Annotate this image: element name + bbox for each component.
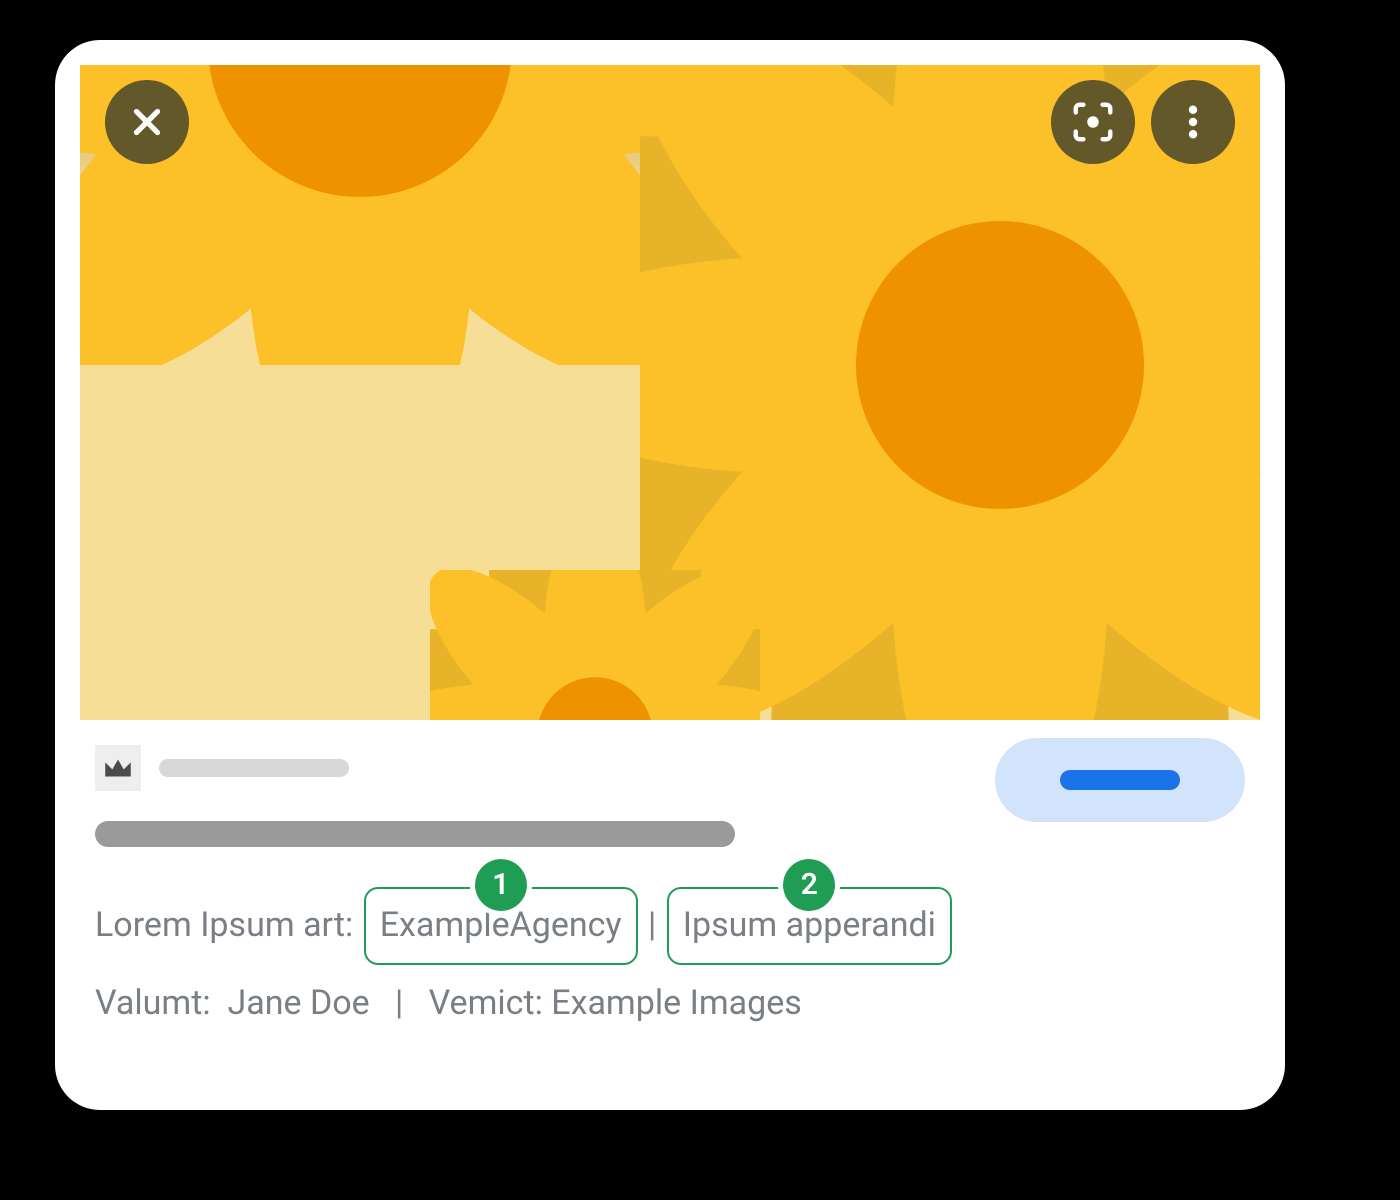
lens-icon	[1070, 99, 1116, 145]
creator-value: Jane Doe	[227, 983, 369, 1023]
credit-prefix: Lorem Ipsum art:	[95, 905, 353, 945]
copyright-value: Example Images	[551, 983, 802, 1023]
credit-separator-2: |	[395, 983, 403, 1023]
credit-line-2: Valumt: Jane Doe | Vemict: Example Image…	[95, 971, 1245, 1035]
save-button[interactable]	[995, 738, 1245, 822]
credit-separator: |	[648, 905, 656, 945]
callout-badge-1: 1	[475, 859, 527, 911]
hero-image	[80, 65, 1260, 720]
lens-button[interactable]	[1051, 80, 1135, 164]
close-button[interactable]	[105, 80, 189, 164]
creator-label: Valumt:	[95, 983, 211, 1023]
copyright-label: Vemict:	[429, 983, 543, 1023]
more-button[interactable]	[1151, 80, 1235, 164]
image-title-placeholder	[95, 821, 735, 847]
image-credits: Lorem Ipsum art: 1 ExampleAgency | 2 Ips…	[55, 887, 1285, 1035]
close-icon	[126, 101, 168, 143]
image-viewer-card: Lorem Ipsum art: 1 ExampleAgency | 2 Ips…	[55, 40, 1285, 1110]
credit-line-1: Lorem Ipsum art: 1 ExampleAgency | 2 Ips…	[95, 887, 1245, 965]
callout-badge-2: 2	[783, 859, 835, 911]
crown-icon	[101, 751, 135, 785]
callout-licensor: 1 ExampleAgency	[364, 887, 638, 965]
illustration-flower-3	[430, 570, 760, 720]
more-vert-icon	[1172, 101, 1214, 143]
source-favicon	[95, 745, 141, 791]
source-name-placeholder	[159, 759, 349, 777]
image-meta-strip	[55, 720, 1285, 847]
callout-credit: 2 Ipsum apperandi	[667, 887, 952, 965]
save-button-label-placeholder	[1060, 770, 1180, 790]
